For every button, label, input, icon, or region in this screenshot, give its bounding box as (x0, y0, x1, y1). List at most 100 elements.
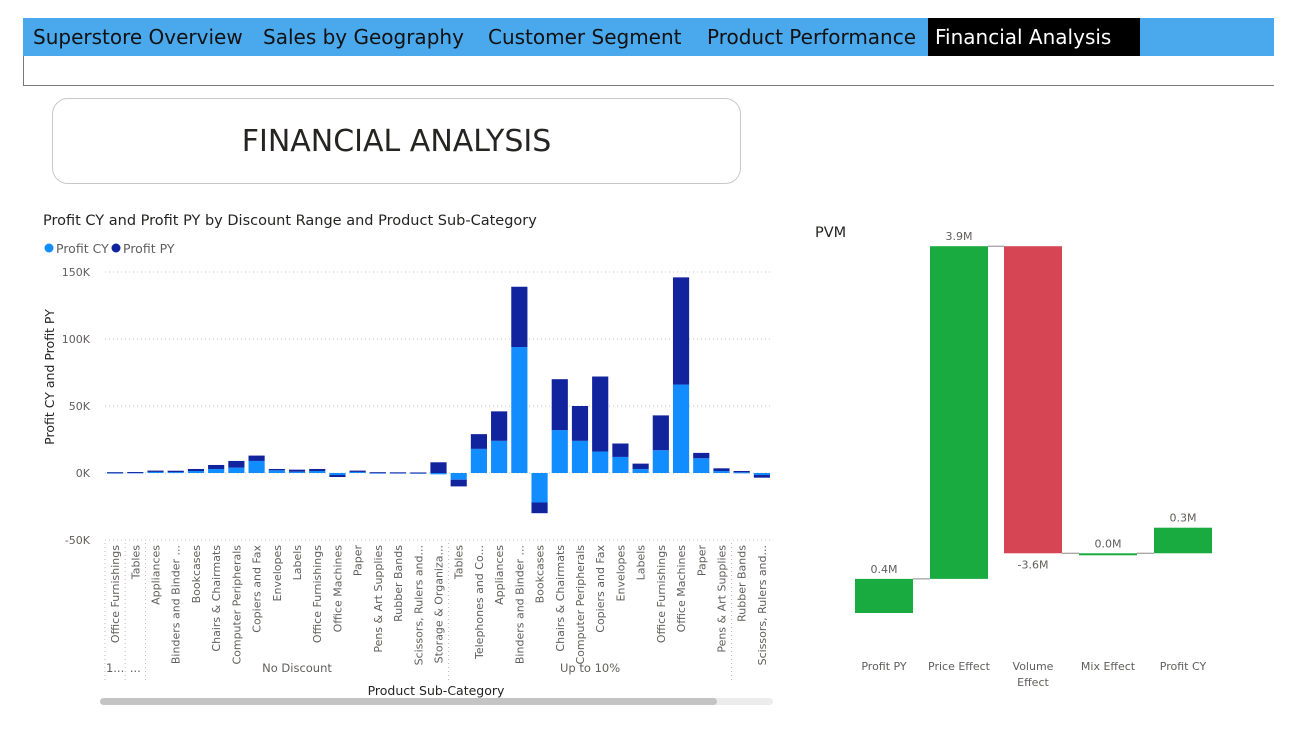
waterfall-bar[interactable] (1154, 527, 1212, 554)
bar-profit-cy[interactable] (228, 467, 245, 473)
bar-profit-py[interactable] (228, 460, 245, 468)
x-tick-label: Pens & Art Supplies (715, 545, 728, 653)
tab-sales-by-geography[interactable]: Sales by Geography (263, 18, 464, 56)
x-tick-label: Paper (695, 545, 708, 577)
category-label: Price Effect (928, 660, 991, 673)
scrollbar-thumb[interactable] (100, 698, 717, 705)
bar-profit-py[interactable] (470, 434, 488, 449)
x-tick-label: Bookcases (190, 545, 203, 604)
tab-customer-segment[interactable]: Customer Segment (488, 18, 682, 56)
bar-profit-py[interactable] (571, 406, 589, 441)
bar-profit-cy[interactable] (753, 473, 770, 476)
chart-title: PVM (815, 225, 846, 241)
bar-profit-cy[interactable] (672, 384, 690, 473)
bar-profit-cy[interactable] (450, 473, 467, 480)
bar-profit-cy[interactable] (329, 473, 346, 476)
category-label: Volume (1013, 660, 1054, 673)
category-label: Profit PY (861, 660, 907, 673)
x-tick-label: Appliances (150, 545, 163, 605)
bar-profit-py[interactable] (652, 415, 669, 451)
bar-profit-py[interactable] (187, 468, 205, 471)
bar-profit-cy[interactable] (470, 448, 488, 473)
bar-profit-cy[interactable] (187, 470, 205, 473)
bar-profit-cy[interactable] (511, 347, 528, 473)
bar-profit-py[interactable] (369, 472, 386, 474)
bar-profit-cy[interactable] (268, 470, 285, 473)
x-tick-label: Chairs & Chairmats (554, 545, 567, 652)
bar-profit-cy[interactable] (309, 470, 326, 473)
bar-profit-cy[interactable] (208, 468, 225, 473)
x-tick-label: Office Machines (331, 545, 344, 633)
data-label: 3.9M (946, 230, 973, 243)
bar-profit-py[interactable] (167, 470, 184, 473)
bar-profit-py[interactable] (733, 470, 750, 473)
group-label: Up to 10% (560, 661, 620, 675)
bar-profit-cy[interactable] (693, 458, 710, 473)
bar-profit-py[interactable] (208, 464, 225, 469)
bar-profit-py[interactable] (288, 469, 306, 472)
bar-profit-py[interactable] (450, 479, 467, 487)
bar-profit-py[interactable] (632, 463, 649, 469)
legend-label-profit-py[interactable]: Profit PY (123, 241, 175, 256)
x-tick-label: Envelopes (614, 545, 627, 602)
bar-profit-cy[interactable] (491, 440, 508, 473)
bar-profit-py[interactable] (672, 277, 690, 385)
bar-profit-py[interactable] (592, 376, 609, 452)
group-label: No Discount (262, 661, 332, 675)
bar-profit-py[interactable] (268, 468, 285, 471)
bar-profit-cy[interactable] (288, 471, 306, 473)
bar-profit-cy[interactable] (652, 450, 669, 473)
bar-profit-py[interactable] (753, 475, 770, 478)
tab-product-performance[interactable]: Product Performance (707, 18, 916, 56)
x-tick-label: Office Machines (675, 545, 688, 633)
bar-profit-cy[interactable] (733, 472, 750, 474)
bar-profit-py[interactable] (349, 470, 366, 472)
group-label: 1... (106, 661, 124, 675)
bar-profit-py[interactable] (511, 286, 528, 348)
x-tick-label: Telephones and Co... (473, 545, 486, 660)
bar-profit-cy[interactable] (349, 471, 366, 473)
legend-label-profit-cy[interactable]: Profit CY (56, 241, 109, 256)
bar-profit-py[interactable] (248, 455, 265, 461)
bar-profit-py[interactable] (551, 379, 568, 431)
bar-profit-cy[interactable] (167, 472, 184, 474)
bar-profit-py[interactable] (329, 475, 346, 478)
x-tick-label: Envelopes (271, 545, 284, 602)
bar-profit-cy[interactable] (248, 460, 265, 473)
bar-profit-cy[interactable] (531, 473, 548, 503)
bar-profit-py[interactable] (491, 411, 508, 441)
bar-profit-py[interactable] (693, 452, 710, 459)
bar-profit-cy[interactable] (632, 468, 649, 473)
tab-financial-analysis[interactable]: Financial Analysis (928, 18, 1140, 56)
bar-profit-cy[interactable] (713, 470, 730, 473)
profit-by-discount-chart[interactable]: Profit CY and Profit PY by Discount Rang… (30, 205, 780, 715)
bar-profit-cy[interactable] (551, 430, 568, 473)
nav-underline-bar (23, 56, 1274, 86)
waterfall-bar[interactable] (855, 578, 913, 613)
bar-profit-py[interactable] (127, 472, 144, 474)
bar-profit-py[interactable] (147, 470, 164, 472)
bar-profit-cy[interactable] (147, 471, 164, 473)
bar-profit-py[interactable] (713, 468, 730, 471)
bar-profit-cy[interactable] (571, 440, 589, 473)
waterfall-bar[interactable] (930, 246, 988, 579)
x-tick-label: Storage & Organiza... (433, 545, 446, 663)
tab-superstore-overview[interactable]: Superstore Overview (33, 18, 243, 56)
bar-profit-cy[interactable] (592, 451, 609, 473)
bar-profit-py[interactable] (107, 472, 124, 474)
bar-profit-py[interactable] (612, 443, 629, 457)
y-axis-title: Profit CY and Profit PY (42, 309, 57, 445)
bar-profit-py[interactable] (430, 462, 447, 473)
waterfall-bar[interactable] (1004, 246, 1062, 554)
bar-profit-py[interactable] (531, 502, 548, 514)
chart-title: Profit CY and Profit PY by Discount Rang… (43, 213, 537, 229)
bar-profit-py[interactable] (389, 472, 407, 474)
pvm-waterfall-chart[interactable]: PVM 0.4M Profit PY 3.9M Price Effect -3.6M Vo… (800, 215, 1260, 705)
bar-profit-py[interactable] (309, 468, 326, 471)
waterfall-bar[interactable] (1079, 553, 1137, 556)
x-tick-label: Office Furnishings (311, 545, 324, 643)
bar-profit-py[interactable] (410, 472, 427, 474)
bar-profit-cy[interactable] (612, 456, 629, 473)
y-tick-label: 0K (76, 467, 91, 480)
bar-profit-cy[interactable] (430, 473, 447, 475)
